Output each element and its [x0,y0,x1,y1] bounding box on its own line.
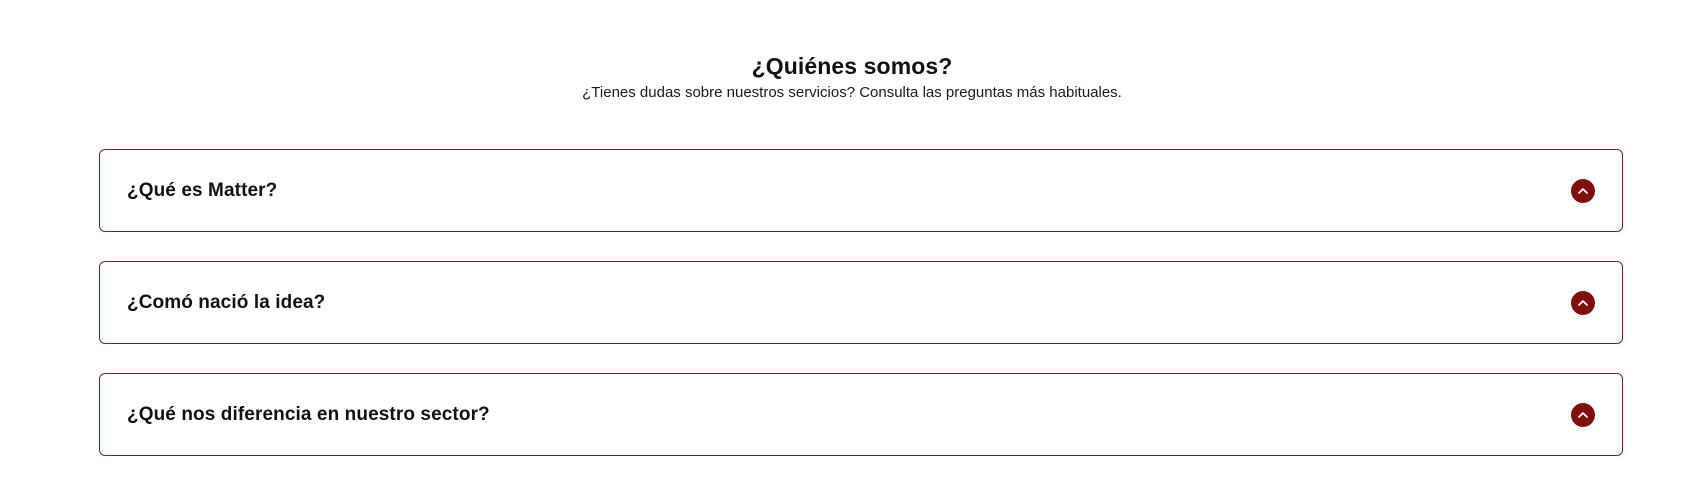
faq-item-what-differentiates[interactable]: ¿Qué nos diferencia en nuestro sector? [99,373,1623,456]
faq-list: ¿Qué es Matter? ¿Comó nació la idea? ¿Qu… [99,149,1623,485]
section-subtitle: ¿Tienes dudas sobre nuestros servicios? … [582,84,1122,101]
chevron-up-icon[interactable] [1571,290,1595,315]
faq-section: ¿Quiénes somos? ¿Tienes dudas sobre nues… [0,0,1704,500]
faq-item-what-is-matter[interactable]: ¿Qué es Matter? [99,149,1623,232]
section-title: ¿Quiénes somos? [751,53,953,79]
faq-question[interactable]: ¿Qué es Matter? [127,180,277,202]
chevron-up-icon[interactable] [1571,402,1595,427]
faq-question[interactable]: ¿Comó nació la idea? [127,292,325,314]
chevron-up-icon[interactable] [1571,178,1595,203]
faq-item-how-idea-born[interactable]: ¿Comó nació la idea? [99,261,1623,344]
faq-question[interactable]: ¿Qué nos diferencia en nuestro sector? [127,404,490,426]
